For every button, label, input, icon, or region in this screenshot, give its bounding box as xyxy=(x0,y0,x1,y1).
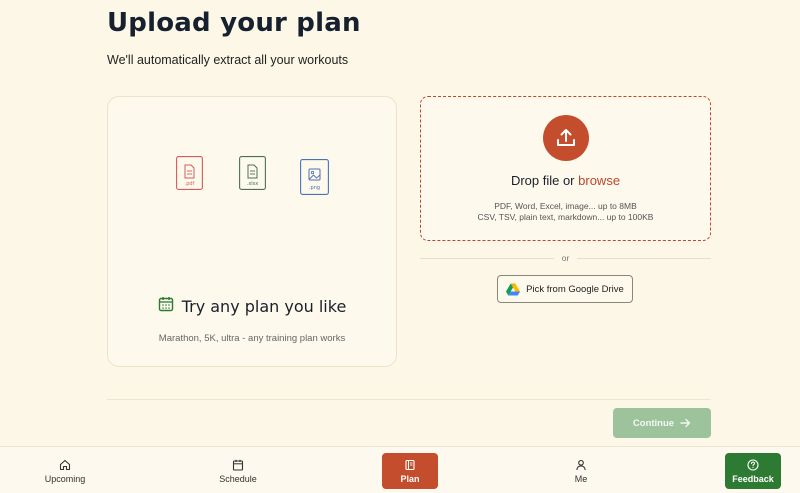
upload-icon xyxy=(557,129,575,146)
nav-item-upcoming[interactable]: Upcoming xyxy=(30,453,100,489)
spreadsheet-file-icon: .xlsx xyxy=(239,156,266,190)
content-divider xyxy=(107,399,711,400)
pdf-file-label: .pdf xyxy=(185,181,195,187)
drop-info-line-2: CSV, TSV, plain text, markdown... up to … xyxy=(477,212,654,222)
feedback-button[interactable]: Feedback xyxy=(725,453,781,489)
plan-icon xyxy=(405,459,415,470)
separator-line xyxy=(577,257,711,259)
google-drive-icon xyxy=(506,283,521,295)
image-file-icon: .png xyxy=(300,159,329,195)
help-circle-icon xyxy=(747,458,759,471)
pdf-file-icon: .pdf xyxy=(176,156,203,190)
plan-heading-text: Try any plan you like xyxy=(181,297,347,316)
plan-caption: Marathon, 5K, ultra - any training plan … xyxy=(158,333,346,344)
arrow-right-icon xyxy=(680,418,691,428)
nav-label-me: Me xyxy=(574,473,588,484)
nav-item-schedule[interactable]: Schedule xyxy=(203,453,273,489)
or-text: or xyxy=(561,253,570,263)
png-file-label: .png xyxy=(309,185,320,191)
xlsx-file-label: .xlsx xyxy=(247,181,259,187)
home-icon xyxy=(59,459,71,470)
plan-types-card: .pdf .xlsx .png Try any plan you like Ma… xyxy=(107,96,397,367)
page-title: Upload your plan xyxy=(107,8,361,38)
bottom-nav: Upcoming Schedule Plan Me Feedback xyxy=(0,446,800,493)
person-icon xyxy=(576,459,586,470)
plan-heading: Try any plan you like xyxy=(108,296,396,317)
browse-link[interactable]: browse xyxy=(578,173,620,188)
drop-title-text: Drop file or xyxy=(510,173,579,188)
continue-button[interactable]: Continue xyxy=(613,408,711,438)
nav-item-me[interactable]: Me xyxy=(556,453,606,489)
nav-item-plan[interactable]: Plan xyxy=(382,453,438,489)
continue-label: Continue xyxy=(632,417,675,429)
feedback-label: Feedback xyxy=(732,473,774,484)
drop-title: Drop file or browse xyxy=(421,173,710,188)
separator-line xyxy=(420,257,554,259)
page-subtitle: We'll automatically extract all your wor… xyxy=(107,53,349,67)
or-separator: or xyxy=(420,252,711,264)
nav-label-upcoming: Upcoming xyxy=(44,473,86,484)
nav-label-schedule: Schedule xyxy=(219,473,257,484)
google-drive-button[interactable]: Pick from Google Drive xyxy=(497,275,633,303)
file-drop-zone[interactable]: Drop file or browse PDF, Word, Excel, im… xyxy=(420,96,711,241)
drop-info-line-1: PDF, Word, Excel, image... up to 8MB xyxy=(494,201,637,211)
calendar-icon xyxy=(232,459,244,471)
google-drive-label: Pick from Google Drive xyxy=(526,283,624,295)
calendar-icon xyxy=(158,296,174,317)
upload-button[interactable] xyxy=(543,115,589,161)
nav-label-plan: Plan xyxy=(400,473,420,484)
